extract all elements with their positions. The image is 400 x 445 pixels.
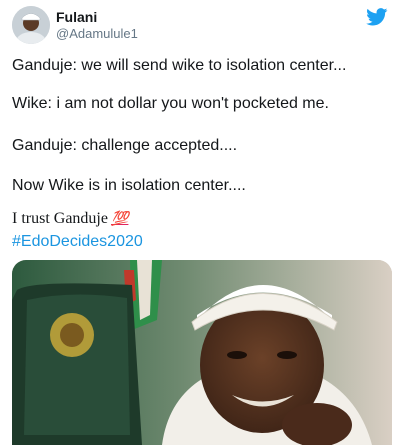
tweet-text-trust: I trust Ganduje [12, 210, 108, 227]
tweet-text-line: I trust Ganduje 💯 [12, 209, 128, 230]
user-handle[interactable]: @Adamulule1 [56, 26, 138, 42]
tweet-text-line: Ganduje: challenge accepted.... [12, 137, 238, 154]
tweet-media-image[interactable] [12, 260, 392, 445]
tweet-card: Fulani @Adamulule1 Ganduje: we will send… [0, 0, 400, 445]
tweet-text-line: Wike: i am not dollar you won't pocketed… [12, 95, 329, 112]
photo-image-icon [12, 260, 392, 445]
display-name[interactable]: Fulani [56, 8, 138, 26]
profile-avatar-icon [12, 6, 50, 44]
hashtag-link[interactable]: #EdoDecides2020 [12, 232, 143, 252]
tweet-text-line: Ganduje: we will send wike to isolation … [12, 57, 347, 74]
avatar[interactable] [12, 6, 50, 44]
hundred-points-emoji: 💯 [110, 212, 129, 227]
user-names: Fulani @Adamulule1 [56, 8, 138, 42]
tweet-text-line: Now Wike is in isolation center.... [12, 177, 246, 194]
tweet-header: Fulani @Adamulule1 [12, 6, 388, 46]
twitter-bird-icon[interactable] [366, 8, 388, 26]
